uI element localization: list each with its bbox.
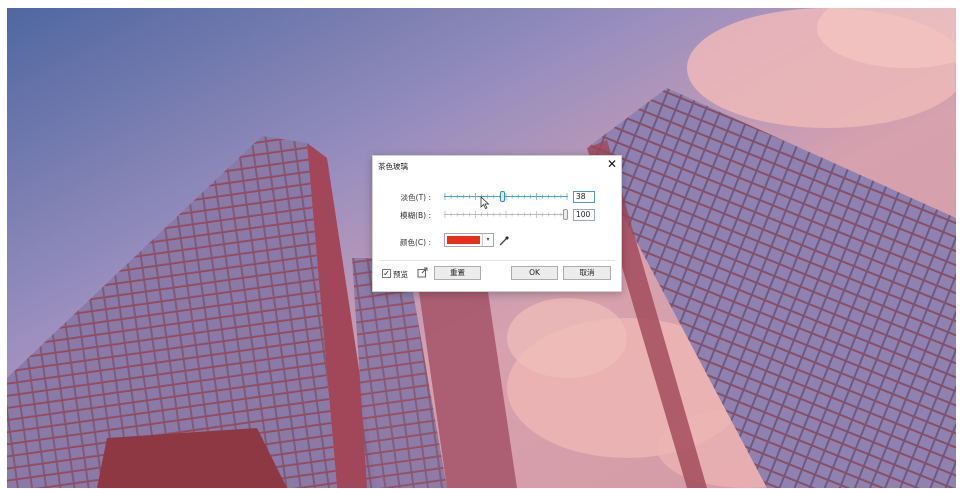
divider (379, 260, 615, 261)
color-swatch (447, 236, 480, 244)
blur-ticks (444, 211, 568, 218)
tint-ticks (444, 193, 568, 200)
blur-label: 模糊(B) : (400, 211, 431, 220)
popout-icon[interactable] (417, 267, 428, 278)
cancel-button[interactable]: 取消 (563, 266, 611, 280)
tinted-glass-dialog: 茶色玻璃 ✕ 淡色(T) : 38 模糊(B) : 100 颜色(C) : ▾ … (372, 155, 622, 292)
tint-slider[interactable] (444, 191, 568, 202)
blur-slider-thumb[interactable] (563, 209, 568, 220)
reset-button[interactable]: 重置 (434, 266, 481, 280)
close-icon[interactable]: ✕ (607, 157, 617, 171)
dialog-title: 茶色玻璃 (378, 162, 408, 171)
mouse-cursor-icon (480, 196, 490, 210)
color-picker[interactable]: ▾ (444, 233, 494, 247)
color-label: 颜色(C) : (400, 238, 431, 247)
ok-button[interactable]: OK (511, 266, 558, 280)
eyedropper-icon[interactable] (499, 235, 510, 246)
tint-value-field[interactable]: 38 (573, 191, 595, 203)
preview-label: 预览 (393, 270, 408, 279)
blur-value-field[interactable]: 100 (573, 209, 595, 221)
tint-label: 淡色(T) : (400, 193, 431, 202)
chevron-down-icon[interactable]: ▾ (482, 234, 493, 246)
blur-slider[interactable] (444, 209, 568, 220)
tint-slider-thumb[interactable] (499, 191, 505, 202)
preview-checkbox[interactable]: ✓ (382, 269, 391, 278)
